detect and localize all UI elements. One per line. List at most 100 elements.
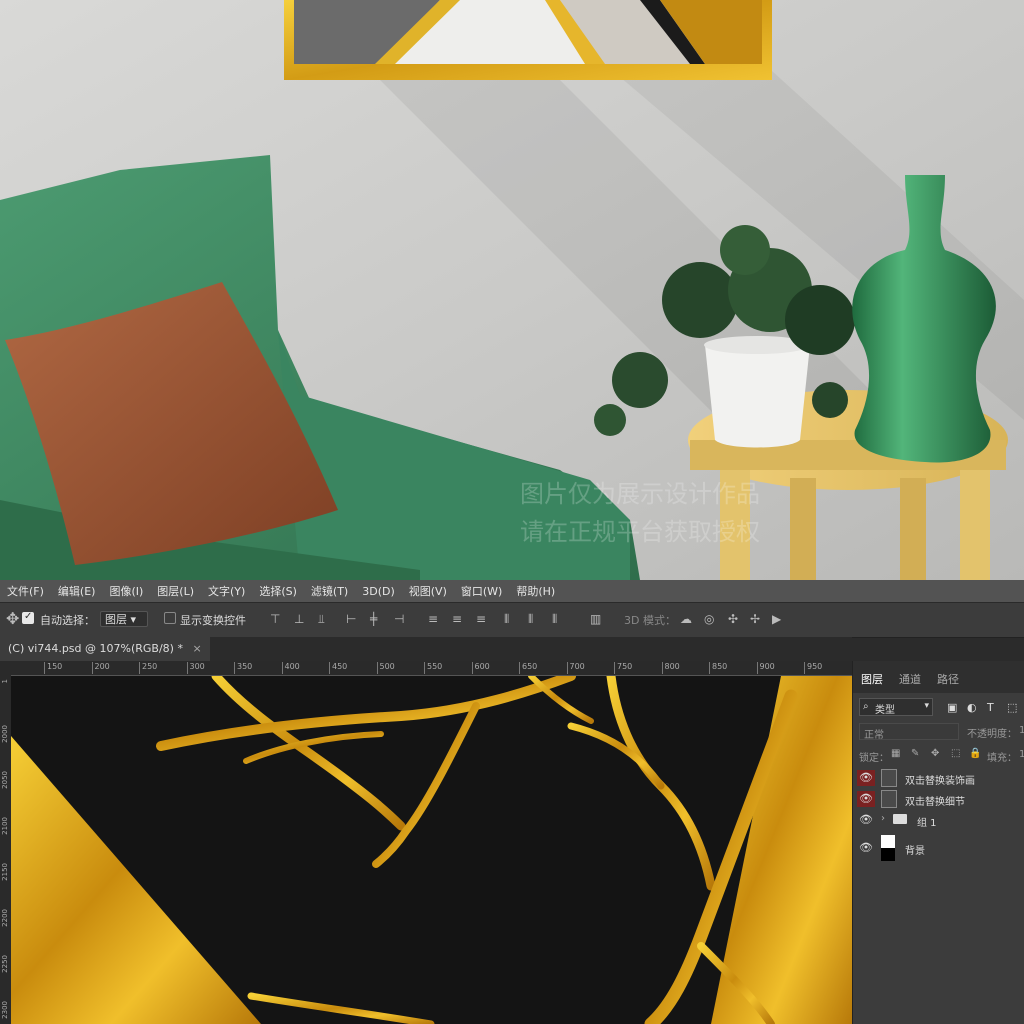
lock-label: 锁定： bbox=[859, 753, 889, 764]
ruler-tick-label: 2250 bbox=[1, 955, 9, 973]
menu-item[interactable]: 滤镜(T) bbox=[304, 583, 355, 599]
ruler-tick-label: 600 bbox=[471, 662, 490, 674]
ruler-tick-label: 400 bbox=[281, 662, 300, 674]
layer-row[interactable]: 👁 › 组 1 bbox=[853, 810, 1024, 830]
align-top-icon[interactable]: ⊤ bbox=[270, 612, 280, 626]
visibility-eye-icon[interactable]: 👁 bbox=[857, 812, 875, 828]
orbit-3d-icon[interactable]: ☁ bbox=[680, 612, 692, 626]
auto-align-icon[interactable]: ▥ bbox=[590, 612, 601, 626]
roll-3d-icon[interactable]: ◎ bbox=[704, 612, 714, 626]
fill-value[interactable]: 1 bbox=[1019, 749, 1024, 760]
distribute-bottom-icon[interactable]: ≡ bbox=[476, 612, 486, 626]
layer-row[interactable]: 👁 背景 bbox=[853, 835, 1024, 861]
document-tab-bar: (C) vi744.psd @ 107%(RGB/8) * × bbox=[0, 637, 852, 661]
filter-shape-icon[interactable]: ⬚ bbox=[1007, 701, 1017, 714]
framed-artwork bbox=[284, 0, 772, 80]
chevron-right-icon[interactable]: › bbox=[881, 813, 885, 824]
layer-name: 背景 bbox=[905, 846, 925, 857]
auto-select-checkbox[interactable] bbox=[22, 611, 34, 624]
artwork-canvas bbox=[11, 676, 852, 1024]
lock-all-icon[interactable]: 🔒 bbox=[969, 748, 981, 759]
align-bottom-icon[interactable]: ⫫ bbox=[318, 612, 325, 627]
ruler-tick-label: 350 bbox=[234, 662, 252, 674]
tab-channels[interactable]: 通道 bbox=[899, 671, 921, 687]
horizontal-ruler: 150 200 250 300 350 400 450 500 550 600 650 700 750 8… bbox=[0, 661, 852, 676]
distribute-hcenter-icon[interactable]: ⦀ bbox=[528, 612, 533, 627]
filter-adjustment-icon[interactable]: ◐ bbox=[967, 701, 977, 714]
tab-layers[interactable]: 图层 bbox=[861, 671, 883, 687]
menu-item[interactable]: 图像(I) bbox=[102, 583, 150, 599]
watermark-line1: 图片仅为展示设计作品 bbox=[520, 480, 760, 508]
scale-3d-icon[interactable]: ▶ bbox=[772, 612, 781, 626]
menu-item[interactable]: 视图(V) bbox=[402, 583, 454, 599]
lock-image-icon[interactable]: ✎ bbox=[911, 748, 919, 759]
ruler-tick-label: 2200 bbox=[1, 909, 9, 927]
fill-label: 填充： bbox=[987, 753, 1017, 764]
folder-icon bbox=[893, 814, 907, 824]
menu-item[interactable]: 文件(F) bbox=[0, 583, 51, 599]
layer-row[interactable]: 👁 双击替换细节 bbox=[853, 789, 1024, 809]
ruler-tick-label: 2300 bbox=[1, 1001, 9, 1019]
blend-mode-dropdown[interactable]: 正常 bbox=[859, 723, 959, 741]
align-left-icon[interactable]: ⊢ bbox=[346, 612, 356, 626]
menu-item[interactable]: 文字(Y) bbox=[201, 583, 252, 599]
smart-object-thumbnail-icon bbox=[881, 769, 897, 787]
menu-item[interactable]: 编辑(E) bbox=[51, 583, 103, 599]
opacity-value[interactable]: 1 bbox=[1019, 725, 1024, 736]
move-tool-icon[interactable]: ✥ bbox=[6, 609, 19, 628]
ruler-tick-label: 700 bbox=[566, 662, 585, 674]
distribute-left-icon[interactable]: ⦀ bbox=[504, 612, 509, 627]
document-canvas[interactable] bbox=[11, 676, 852, 1024]
visibility-eye-icon[interactable]: 👁 bbox=[857, 791, 875, 807]
align-hcenter-icon[interactable]: ╪ bbox=[370, 612, 377, 626]
lock-transparent-icon[interactable]: ▦ bbox=[891, 748, 900, 759]
show-transform-checkbox[interactable] bbox=[164, 612, 176, 624]
menu-item[interactable]: 选择(S) bbox=[252, 583, 304, 599]
menu-item[interactable]: 图层(L) bbox=[150, 583, 201, 599]
ruler-tick-label: 200 bbox=[91, 662, 110, 674]
document-tab[interactable]: (C) vi744.psd @ 107%(RGB/8) * × bbox=[0, 637, 210, 661]
filter-type-icon[interactable]: T bbox=[987, 701, 994, 714]
ruler-tick-label: 900 bbox=[756, 662, 775, 674]
background-thumbnail-icon bbox=[881, 835, 895, 861]
chevron-down-icon: ▾ bbox=[924, 701, 929, 711]
layer-filter-dropdown[interactable]: ⌕ 类型 ▾ bbox=[859, 698, 933, 716]
auto-select-label: 自动选择： bbox=[40, 614, 95, 627]
visibility-eye-icon[interactable]: 👁 bbox=[857, 770, 875, 786]
close-document-icon[interactable]: × bbox=[192, 642, 201, 655]
lock-position-icon[interactable]: ✥ bbox=[931, 748, 939, 759]
align-right-icon[interactable]: ⊣ bbox=[394, 612, 404, 626]
tab-paths[interactable]: 路径 bbox=[937, 671, 959, 687]
ruler-tick-label: 2100 bbox=[1, 817, 9, 835]
layer-name: 双击替换装饰画 bbox=[905, 776, 975, 787]
lock-artboard-icon[interactable]: ⬚ bbox=[951, 748, 960, 759]
distribute-vcenter-icon[interactable]: ≡ bbox=[452, 612, 462, 626]
menu-item[interactable]: 3D(D) bbox=[355, 585, 402, 598]
ruler-tick-label: 2050 bbox=[1, 771, 9, 789]
ruler-tick-label: 750 bbox=[614, 662, 632, 674]
menu-item[interactable]: 窗口(W) bbox=[454, 583, 509, 599]
visibility-eye-icon[interactable]: 👁 bbox=[857, 840, 875, 856]
ruler-tick-label: 1 bbox=[1, 679, 9, 684]
watermark-line2: 请在正规平台获取授权 bbox=[520, 518, 760, 546]
distribute-right-icon[interactable]: ⦀ bbox=[552, 612, 557, 627]
ruler-tick-label: 500 bbox=[376, 662, 395, 674]
ruler-tick-label: 850 bbox=[709, 662, 727, 674]
filter-pixel-icon[interactable]: ▣ bbox=[947, 701, 957, 714]
ruler-tick-label: 300 bbox=[186, 662, 205, 674]
options-bar: ✥ ▾ 自动选择： 图层 ▾ 显示变换控件 ⊤ ⊥ ⫫ ⊢ ╪ ⊣ ≡ ≡ ≡ … bbox=[0, 602, 1024, 638]
auto-select-dropdown[interactable]: 图层 ▾ bbox=[100, 611, 148, 627]
panel-tabs: 图层 通道 路径 bbox=[853, 661, 1024, 693]
smart-object-thumbnail-icon bbox=[881, 790, 897, 808]
layer-row[interactable]: 👁 双击替换装饰画 bbox=[853, 768, 1024, 788]
ruler-tick-label: 2000 bbox=[1, 725, 9, 743]
ruler-tick-label: 250 bbox=[139, 662, 157, 674]
room-scene: 图片仅为展示设计作品 请在正规平台获取授权 bbox=[0, 0, 1024, 580]
menu-bar: 文件(F) 编辑(E) 图像(I) 图层(L) 文字(Y) 选择(S) 滤镜(T) 3D(D)… bbox=[0, 580, 1024, 602]
distribute-top-icon[interactable]: ≡ bbox=[428, 612, 438, 626]
slide-3d-icon[interactable]: ✢ bbox=[750, 612, 760, 626]
align-vcenter-icon[interactable]: ⊥ bbox=[294, 612, 304, 626]
pan-3d-icon[interactable]: ✣ bbox=[728, 612, 738, 626]
ruler-tick-label: 800 bbox=[661, 662, 680, 674]
menu-item[interactable]: 帮助(H) bbox=[509, 583, 562, 599]
